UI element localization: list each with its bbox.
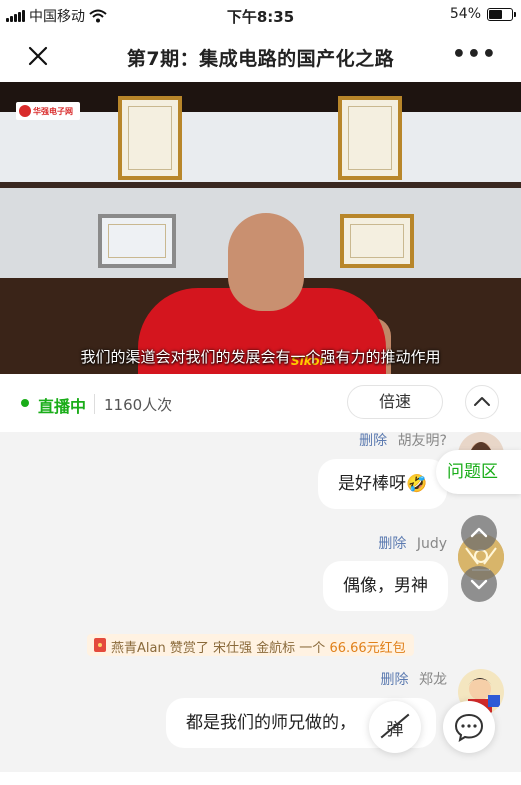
message-bubble: 是好棒呀🤣: [318, 459, 448, 509]
certificate-frame: [118, 96, 182, 180]
certificate-frame: [338, 96, 402, 180]
laughing-emoji: 🤣: [406, 474, 428, 494]
video-background-wall: [0, 112, 521, 182]
scroll-down-button[interactable]: [461, 566, 497, 602]
live-dot-icon: [21, 399, 29, 407]
barrage-label: 弹: [386, 720, 404, 740]
reward-middle: 一个: [299, 641, 326, 656]
live-status: 直播中: [38, 397, 87, 416]
divider: [94, 394, 95, 414]
reward-sender: 燕青Alan: [111, 641, 166, 656]
presenter-head: [228, 213, 304, 311]
chevron-up-icon: [474, 397, 490, 406]
delete-link[interactable]: 删除: [359, 433, 387, 449]
battery-percent: 54%: [449, 6, 481, 22]
channel-logo: 华强电子网: [16, 102, 80, 120]
message-author: 胡友明?: [397, 433, 447, 449]
message-text: 是好棒呀: [338, 474, 406, 494]
bottom-bar: [0, 772, 521, 785]
message-author: 郑龙: [419, 672, 447, 688]
message-text: 偶像，男神: [343, 576, 428, 596]
scroll-up-button[interactable]: [461, 515, 497, 551]
certificate-frame: [98, 214, 176, 268]
page-title: 第7期：集成电路的国产化之路: [126, 48, 395, 70]
logo-mark-icon: [19, 105, 31, 117]
reward-notice: 燕青Alan 赞赏了 宋仕强 金航标 一个 66.66元红包: [87, 634, 414, 656]
barrage-toggle-button[interactable]: 弹: [369, 701, 421, 753]
more-button[interactable]: •••: [452, 44, 497, 66]
delete-link[interactable]: 删除: [378, 536, 406, 552]
message-author: Judy: [416, 536, 447, 552]
viewer-count: 1160人次: [104, 396, 173, 414]
message-meta: 删除 Judy: [378, 533, 447, 553]
nav-bar: 第7期：集成电路的国产化之路 •••: [0, 30, 521, 82]
status-time: 下午8:35: [226, 8, 295, 26]
status-right: 54%: [449, 6, 516, 22]
channel-logo-text: 华强电子网: [33, 106, 73, 116]
reward-recipient: 宋仕强 金航标: [213, 641, 296, 656]
reward-amount: 66.66元红包: [329, 641, 406, 656]
message-meta: 删除 胡友明?: [359, 430, 447, 450]
battery-icon: [487, 7, 516, 21]
message-bubble: 偶像，男神: [323, 561, 448, 611]
playback-speed-button[interactable]: 倍速: [347, 385, 443, 419]
close-icon[interactable]: [24, 42, 52, 70]
chevron-up-icon: [470, 527, 488, 538]
live-status-bar: 直播中 1160人次 倍速: [0, 374, 521, 432]
video-player[interactable]: Sikor: [0, 82, 521, 374]
delete-link[interactable]: 删除: [381, 672, 409, 688]
message-text: 都是我们的师兄做的，: [186, 713, 356, 733]
certificate-frame: [340, 214, 414, 268]
collapse-button[interactable]: [465, 385, 499, 419]
video-caption: 我们的渠道会对我们的发展会有一个强有力的推动作用: [80, 348, 441, 366]
status-bar: 中国移动 下午8:35 54%: [0, 0, 521, 30]
reward-verb: 赞赏了: [169, 641, 209, 656]
question-area-tab[interactable]: 问题区: [436, 450, 521, 494]
red-envelope-icon: [94, 638, 106, 652]
chevron-down-icon: [470, 579, 488, 590]
comment-button[interactable]: [443, 701, 495, 753]
comment-icon: [454, 713, 484, 743]
message-meta: 删除 郑龙: [381, 669, 447, 689]
